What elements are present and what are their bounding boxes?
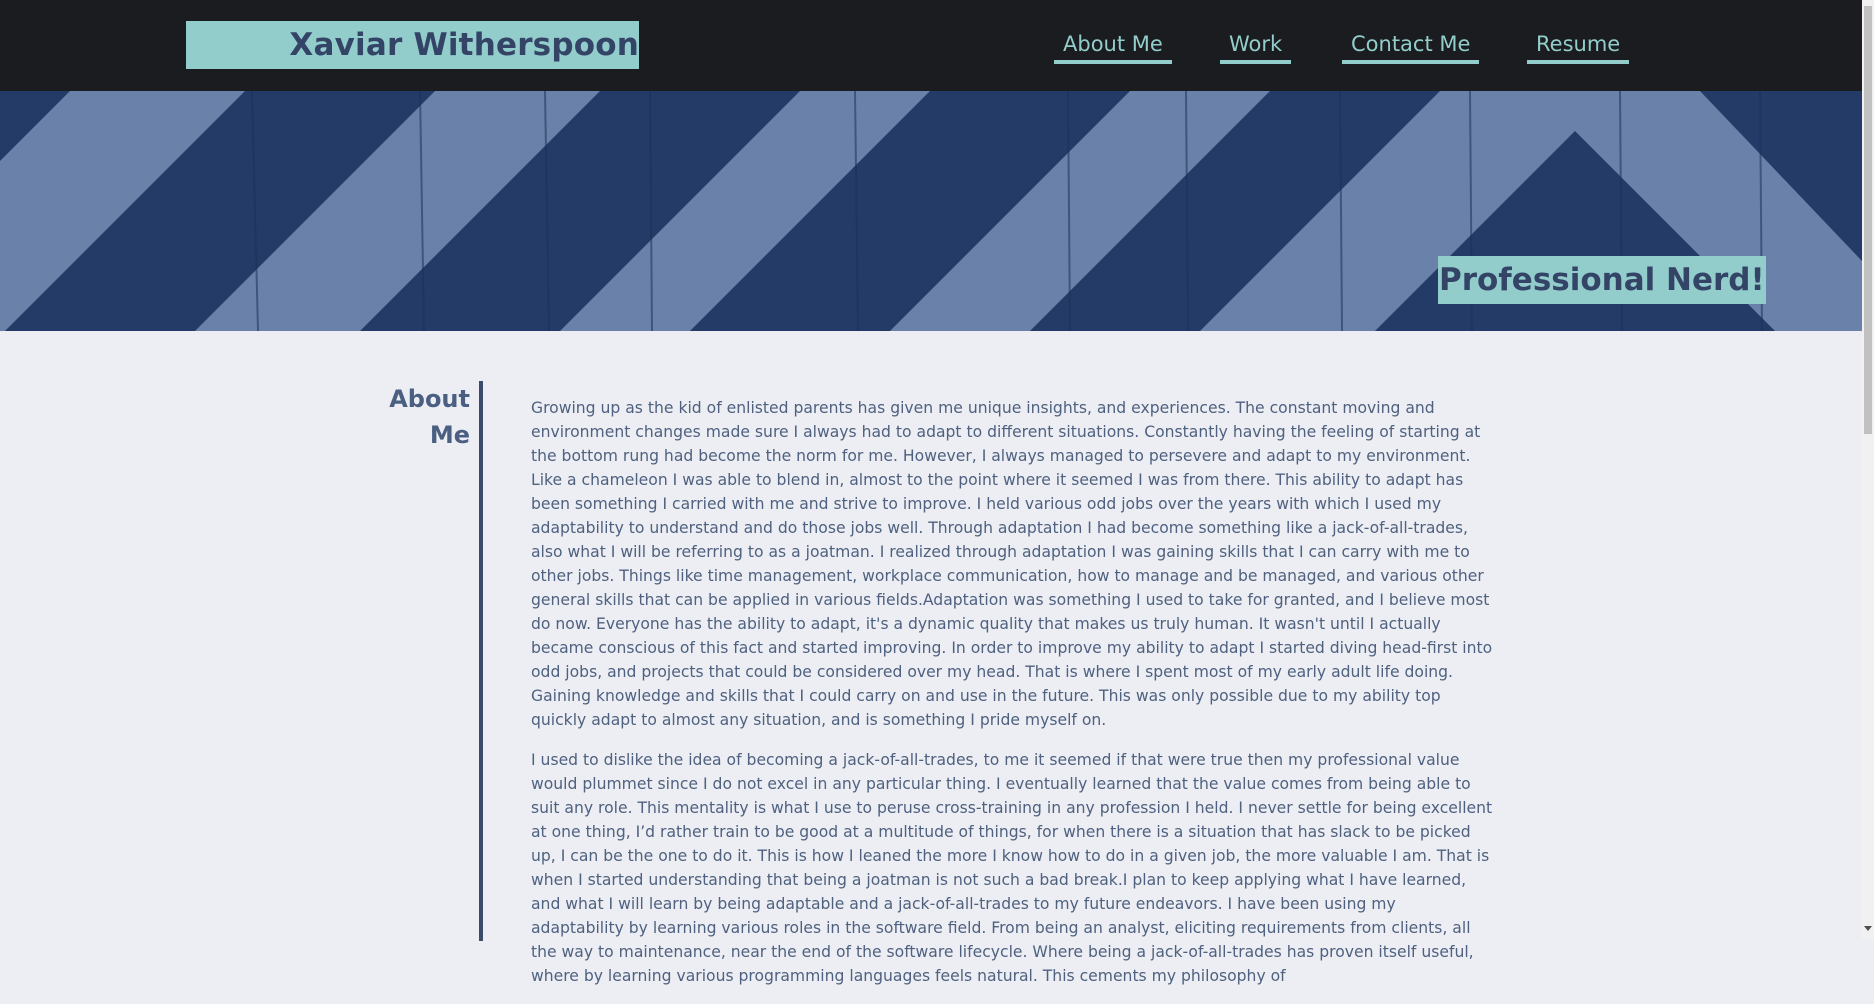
nav-link-resume[interactable]: Resume (1527, 30, 1630, 64)
scroll-down-arrow-icon[interactable] (1864, 926, 1872, 931)
brand-name-box[interactable]: Xaviar Witherspoon (186, 21, 639, 69)
top-navbar: Xaviar Witherspoon About Me Work Contact… (0, 0, 1862, 91)
about-paragraph-1: Growing up as the kid of enlisted parent… (531, 399, 1493, 729)
about-paragraph-2: I used to dislike the idea of becoming a… (531, 751, 1493, 985)
scrollbar-thumb[interactable] (1864, 6, 1872, 434)
nav-link-contact-me[interactable]: Contact Me (1342, 30, 1480, 64)
section-divider (479, 381, 483, 941)
about-me-content: Growing up as the kid of enlisted parent… (531, 396, 1493, 1004)
nav-link-about-me[interactable]: About Me (1054, 30, 1172, 64)
brand-name[interactable]: Xaviar Witherspoon (289, 27, 639, 63)
about-heading-line-1: About (389, 385, 470, 413)
page-scrollbar[interactable] (1862, 0, 1874, 939)
about-heading-line-2: Me (429, 421, 470, 449)
hero-tagline: Professional Nerd! (1438, 256, 1766, 304)
about-me-heading: About Me (380, 381, 470, 453)
nav-link-work[interactable]: Work (1220, 30, 1292, 64)
